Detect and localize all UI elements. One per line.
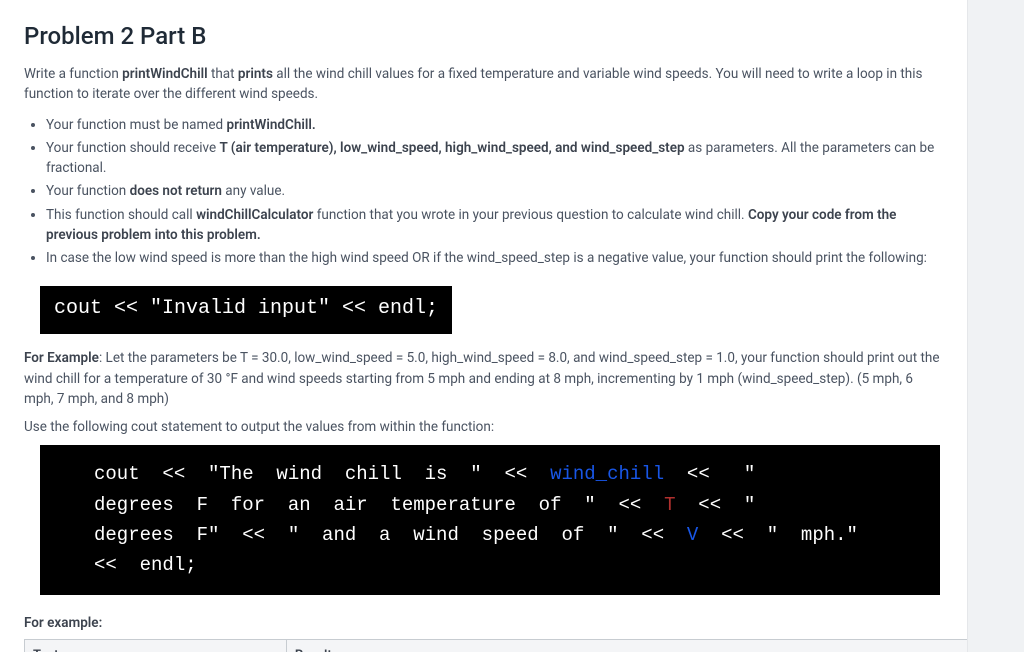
use-cout-instruction: Use the following cout statement to outp… [24, 417, 943, 437]
req-1b: printWindChill. [226, 117, 315, 133]
req-1a: Your function must be named [46, 117, 226, 133]
c2-l3b: << " mph." [698, 524, 858, 546]
c2-t-var: T [664, 494, 675, 516]
table-header-row: Test Result [25, 640, 969, 652]
right-gutter [968, 0, 1024, 652]
table-label: For example: [24, 613, 943, 633]
intro-fn-name: printWindChill [122, 66, 207, 82]
c2-l3a: degrees F" << " and a wind speed of " << [94, 524, 687, 546]
example-lead-bold: For Example [24, 350, 99, 366]
c2-l1a: cout << "The wind chill is " << [94, 463, 550, 485]
intro-prints: prints [238, 66, 273, 82]
c2-l1b: << " [664, 463, 755, 485]
problem-content: Problem 2 Part B Write a function printW… [0, 0, 968, 652]
req-3a: Your function [46, 183, 130, 199]
c2-l4: << endl; [94, 554, 197, 576]
example-lead-text: : Let the parameters be T = 30.0, low_wi… [24, 350, 940, 407]
col-result: Result [286, 640, 968, 652]
example-lead: For Example: Let the parameters be T = 3… [24, 348, 943, 409]
req-3b: does not return [130, 183, 222, 199]
code-invalid-input: cout << "Invalid input" << endl; [40, 286, 452, 334]
req-4a: This function should call [46, 207, 196, 223]
req-item-2: Your function should receive T (air temp… [46, 138, 943, 179]
intro-prefix: Write a function [24, 66, 122, 82]
c2-v-var: V [687, 524, 698, 546]
req-2a: Your function should receive [46, 140, 219, 156]
intro-paragraph: Write a function printWindChill that pri… [24, 64, 943, 105]
req-2b: T (air temperature), low_wind_speed, hig… [219, 140, 684, 156]
c2-wind-chill-var: wind_chill [550, 463, 664, 485]
example-table: Test Result printWindChill(30.0, 5.0, 8.… [24, 639, 968, 652]
c2-l2a: degrees F for an air temperature of " << [94, 494, 664, 516]
requirement-list: Your function must be named printWindChi… [24, 115, 943, 269]
req-3c: any value. [222, 183, 285, 199]
col-test: Test [25, 640, 287, 652]
problem-title: Problem 2 Part B [24, 18, 943, 54]
req-item-1: Your function must be named printWindChi… [46, 115, 943, 135]
c2-l2b: << " [676, 494, 756, 516]
req-item-5: In case the low wind speed is more than … [46, 248, 943, 268]
page-wrap: Problem 2 Part B Write a function printW… [0, 0, 1024, 652]
intro-mid: that [208, 66, 238, 82]
req-item-3: Your function does not return any value. [46, 181, 943, 201]
req-4c: function that you wrote in your previous… [313, 207, 748, 223]
req-4b: windChillCalculator [196, 207, 313, 223]
req-item-4: This function should call windChillCalcu… [46, 205, 943, 246]
code-output-format: cout << "The wind chill is " << wind_chi… [40, 445, 940, 595]
